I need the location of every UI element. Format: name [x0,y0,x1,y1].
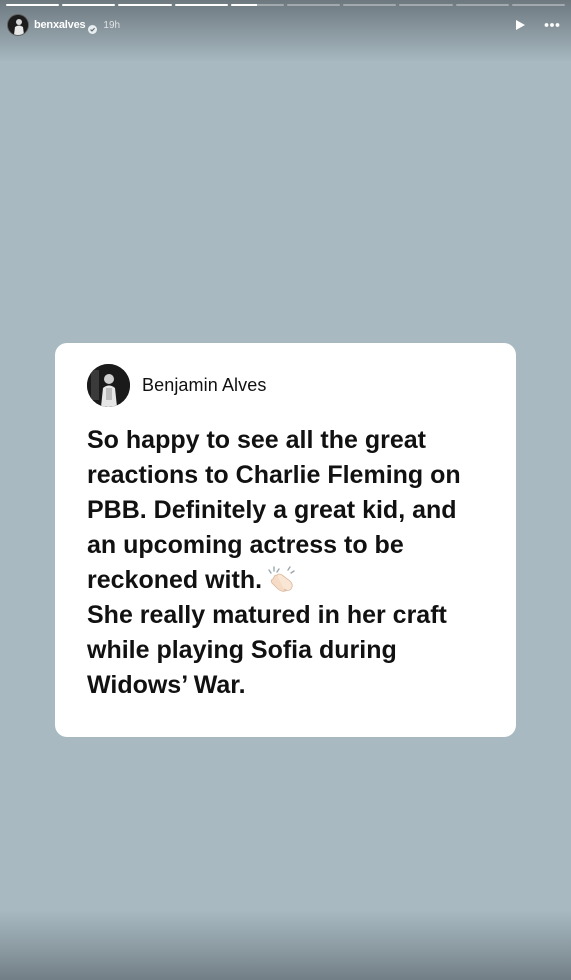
story-progress-fill [118,4,172,6]
story-progress-segment [6,4,60,6]
play-button[interactable] [511,16,529,34]
story-progress-fill [6,4,60,6]
post-time: 19h [103,19,121,31]
story-progress-segment [287,4,341,6]
post-paragraph-1: So happy to see all the great reactions … [87,423,492,598]
bottom-gradient [0,910,571,980]
play-icon [516,20,525,30]
clapping-hands-icon [266,565,296,593]
story-progress-fill [230,4,258,6]
story-progress-segment [399,4,453,6]
story-viewer[interactable]: benxalves 19h Benjamin Alves So happy to… [0,0,571,980]
more-options-button[interactable] [543,16,561,34]
card-author-avatar [87,364,130,407]
story-progress-segment [230,4,285,6]
card-author: Benjamin Alves [87,364,266,407]
post-text: So happy to see all the great reactions … [87,423,492,703]
story-progress-bar [6,4,566,6]
post-paragraph-2: She really matured in her craft while pl… [87,601,447,699]
story-progress-fill [62,4,116,6]
story-header: benxalves 19h [7,14,120,36]
story-progress-segment [511,4,566,6]
story-progress-segment [174,4,228,6]
story-progress-segment [62,4,116,6]
story-progress-segment [455,4,509,6]
card-author-name: Benjamin Alves [142,375,267,395]
avatar[interactable] [7,14,29,36]
more-options-icon [544,23,560,27]
story-controls [511,16,561,34]
verified-badge-icon [88,21,98,34]
story-progress-segment [118,4,172,6]
story-progress-fill [174,4,228,6]
story-progress-segment [343,4,397,6]
post-card: Benjamin Alves So happy to see all the g… [55,343,516,737]
username[interactable]: benxalves [34,19,86,31]
